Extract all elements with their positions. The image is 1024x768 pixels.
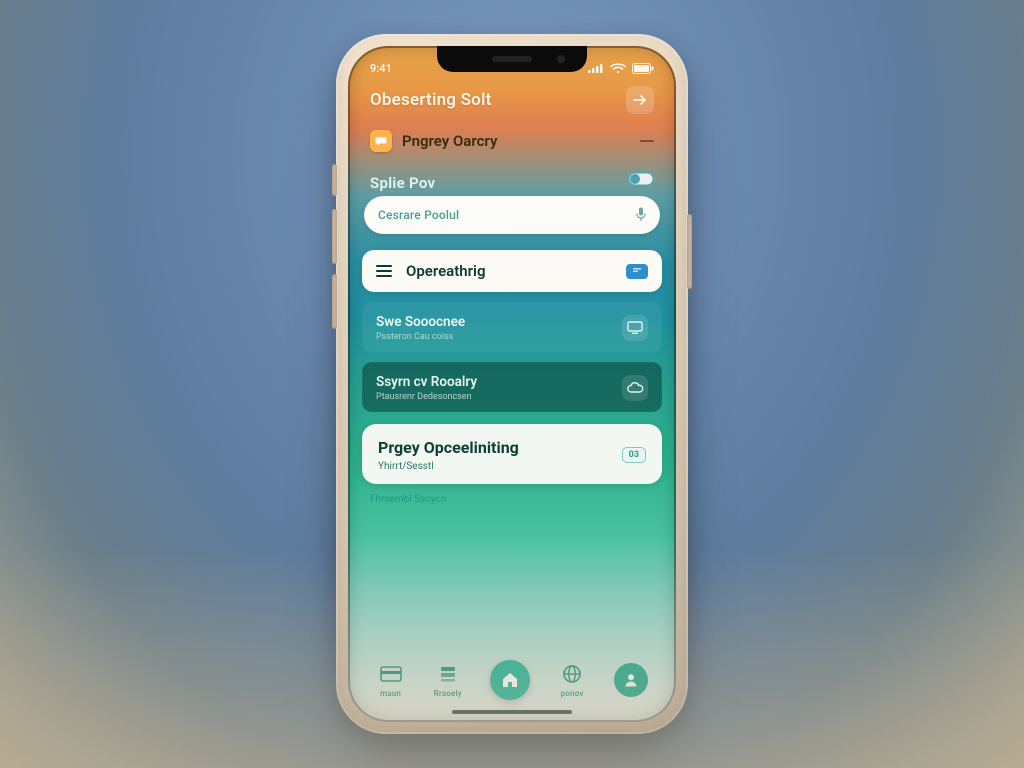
card-operating[interactable]: Opereathrig	[362, 250, 662, 292]
status-time: 9:41	[370, 62, 392, 75]
row-tile-2[interactable]: Ssyrn cv Rooalry Ptausrenr Dedesoncsen	[362, 362, 662, 412]
chat-icon	[370, 130, 392, 152]
stack-icon	[433, 662, 463, 686]
status-indicators	[588, 63, 654, 74]
search-placeholder: Cesrare Poolul	[378, 208, 459, 222]
tile-2-title: Ssyrn cv Rooalry	[376, 374, 477, 390]
side-button-power	[687, 214, 692, 289]
mic-icon	[636, 206, 646, 225]
home-icon	[490, 660, 530, 700]
tab-5[interactable]	[614, 663, 648, 697]
tab-bar: maun Rraoely ponov	[348, 650, 676, 706]
minus-icon	[640, 140, 654, 142]
tab-center[interactable]	[490, 660, 530, 700]
arrow-right-icon	[633, 94, 647, 106]
screen: 9:41 Obeserting Solt Pngrey Oarcry	[348, 46, 676, 722]
notch	[437, 46, 587, 72]
search-input[interactable]: Cesrare Poolul	[364, 196, 660, 234]
row-primary-label: Pngrey Oarcry	[402, 132, 497, 150]
header: Obeserting Solt	[348, 82, 676, 120]
row-primary[interactable]: Pngrey Oarcry	[364, 120, 660, 162]
tab-2-label: Rraoely	[434, 689, 462, 698]
tab-4-label: ponov	[561, 689, 584, 698]
row-tile-1[interactable]: Swe Sooocnee Pssteron Cau coiss	[362, 302, 662, 352]
card-prgey-badge: 03	[622, 447, 646, 463]
footnote: Fhrsembl Ssoycn	[348, 484, 676, 505]
phone-frame: 9:41 Obeserting Solt Pngrey Oarcry	[336, 34, 688, 734]
card-prgey-title: Prgey Opceeliniting	[378, 438, 519, 457]
monitor-icon	[622, 315, 648, 341]
cloud-icon	[622, 375, 648, 401]
card-operating-label: Opereathrig	[406, 262, 485, 280]
battery-icon	[632, 63, 654, 74]
tile-1-subtitle: Pssteron Cau coiss	[376, 332, 465, 342]
card-prgey[interactable]: Prgey Opceeliniting Yhirrt/Sesstl 03	[362, 424, 662, 484]
wifi-icon	[610, 63, 626, 74]
menu-icon	[376, 265, 392, 277]
tile-1-title: Swe Sooocnee	[376, 314, 465, 330]
side-button-vol-down	[332, 274, 337, 329]
side-button-vol-up	[332, 209, 337, 264]
page-title: Obeserting Solt	[370, 90, 492, 110]
profile-icon	[614, 663, 648, 697]
card-prgey-subtitle: Yhirrt/Sesstl	[378, 461, 519, 472]
globe-icon	[557, 662, 587, 686]
tab-1-label: maun	[380, 689, 401, 698]
forward-button[interactable]	[626, 86, 654, 114]
tab-2[interactable]: Rraoely	[433, 662, 463, 698]
home-indicator[interactable]	[452, 710, 572, 714]
card-operating-badge	[626, 264, 648, 279]
side-button-silence	[332, 164, 337, 196]
tab-1[interactable]: maun	[376, 662, 406, 698]
split-toggle[interactable]	[628, 172, 654, 186]
tab-4[interactable]: ponov	[557, 662, 587, 698]
signal-icon	[588, 63, 604, 73]
row-primary-section: Pngrey Oarcry	[348, 120, 676, 162]
tile-2-subtitle: Ptausrenr Dedesoncsen	[376, 392, 477, 402]
card-icon	[376, 662, 406, 686]
